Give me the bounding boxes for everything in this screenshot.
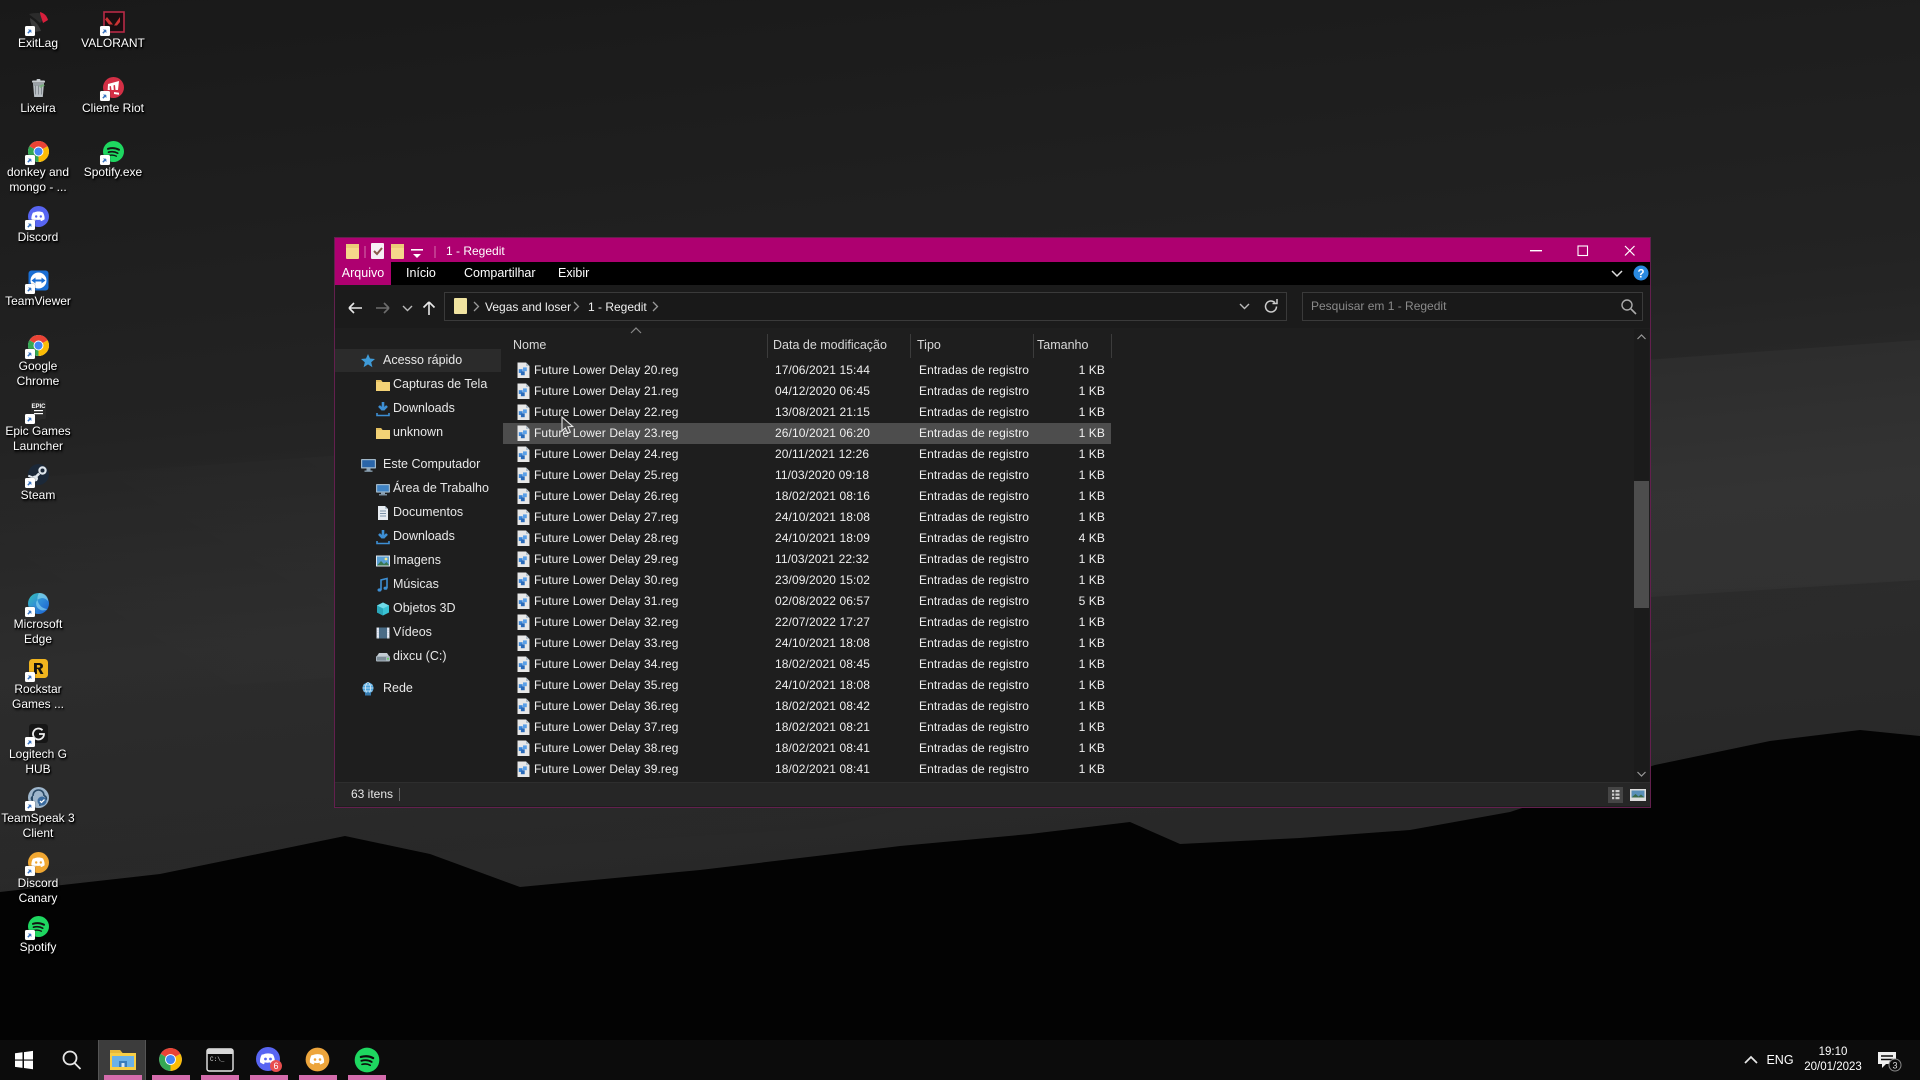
svg-text:EPIC: EPIC — [31, 404, 46, 410]
svg-text:3: 3 — [1892, 1061, 1897, 1071]
svg-text:1 - Regedit: 1 - Regedit — [588, 300, 647, 314]
svg-text:?: ? — [1637, 269, 1644, 281]
svg-text:Vegas and loser: Vegas and loser — [485, 300, 571, 314]
svg-text:C:\_: C:\_ — [210, 1056, 225, 1063]
svg-text:1 - Regedit: 1 - Regedit — [446, 244, 505, 258]
svg-text:6: 6 — [273, 1061, 278, 1071]
